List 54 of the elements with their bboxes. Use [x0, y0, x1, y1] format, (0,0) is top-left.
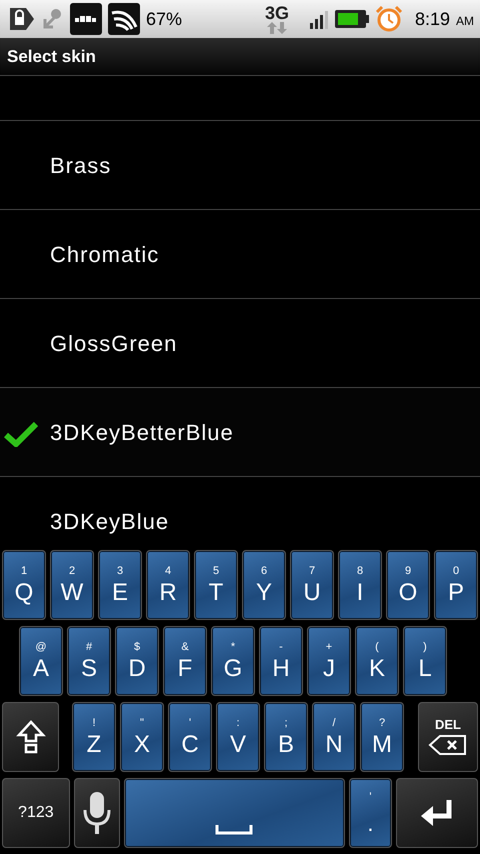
key[interactable]: # S [67, 626, 111, 696]
shift-key[interactable] [2, 702, 59, 772]
key[interactable]: 4 R [146, 550, 190, 620]
key[interactable]: 3 E [98, 550, 142, 620]
key[interactable]: + J [307, 626, 351, 696]
delete-key[interactable]: DEL [418, 702, 478, 772]
data-arrows-icon [266, 22, 288, 34]
skin-name: Chromatic [50, 240, 160, 268]
key[interactable]: : V [216, 702, 260, 772]
key[interactable]: " X [120, 702, 164, 772]
key[interactable]: / N [312, 702, 356, 772]
alarm-clock-icon [374, 5, 403, 33]
key[interactable]: 6 Y [242, 550, 286, 620]
key[interactable]: & F [163, 626, 207, 696]
key[interactable]: @ A [19, 626, 63, 696]
keyboard-status-icon [70, 3, 102, 35]
signal-icon [308, 9, 329, 29]
dialog-title: Select skin [7, 46, 96, 68]
key[interactable]: 1 Q [2, 550, 46, 620]
key[interactable]: ? M [360, 702, 404, 772]
period-key[interactable]: ' . [348, 778, 392, 848]
skin-name: Brass [50, 152, 112, 180]
key[interactable]: 0 P [434, 550, 478, 620]
key[interactable]: 5 T [194, 550, 238, 620]
network-type: 3G [264, 4, 289, 22]
key[interactable]: ) L [403, 626, 447, 696]
check-icon [4, 421, 38, 447]
skin-option[interactable]: 3DKeyBetterBlue [0, 388, 480, 477]
battery-icon [334, 9, 369, 29]
mic-key[interactable] [74, 778, 120, 848]
key[interactable]: $ D [115, 626, 159, 696]
key[interactable]: ; B [264, 702, 308, 772]
key[interactable]: ! Z [72, 702, 116, 772]
skin-name: GlossGreen [50, 330, 178, 358]
skin-name: 3DKeyBetterBlue [50, 418, 234, 447]
microphone-icon [82, 790, 112, 836]
key[interactable]: - H [259, 626, 303, 696]
wave-icon [108, 3, 140, 35]
clock-suffix: AM [456, 12, 474, 30]
key[interactable]: 2 W [50, 550, 94, 620]
key[interactable]: 9 O [386, 550, 430, 620]
key[interactable]: ' C [168, 702, 212, 772]
key[interactable]: * G [211, 626, 255, 696]
shift-icon [16, 719, 46, 755]
enter-key[interactable] [396, 778, 478, 848]
key[interactable]: 7 U [290, 550, 334, 620]
key[interactable]: 8 I [338, 550, 382, 620]
symbols-key[interactable]: ?123 [2, 778, 70, 848]
skin-name: 3DKeyBlue [50, 508, 170, 536]
backspace-icon [428, 734, 468, 756]
clock-time: 8:19 [414, 8, 450, 30]
space-icon [215, 825, 254, 835]
battery-percent: 67% [146, 8, 182, 30]
key[interactable]: ( K [355, 626, 399, 696]
